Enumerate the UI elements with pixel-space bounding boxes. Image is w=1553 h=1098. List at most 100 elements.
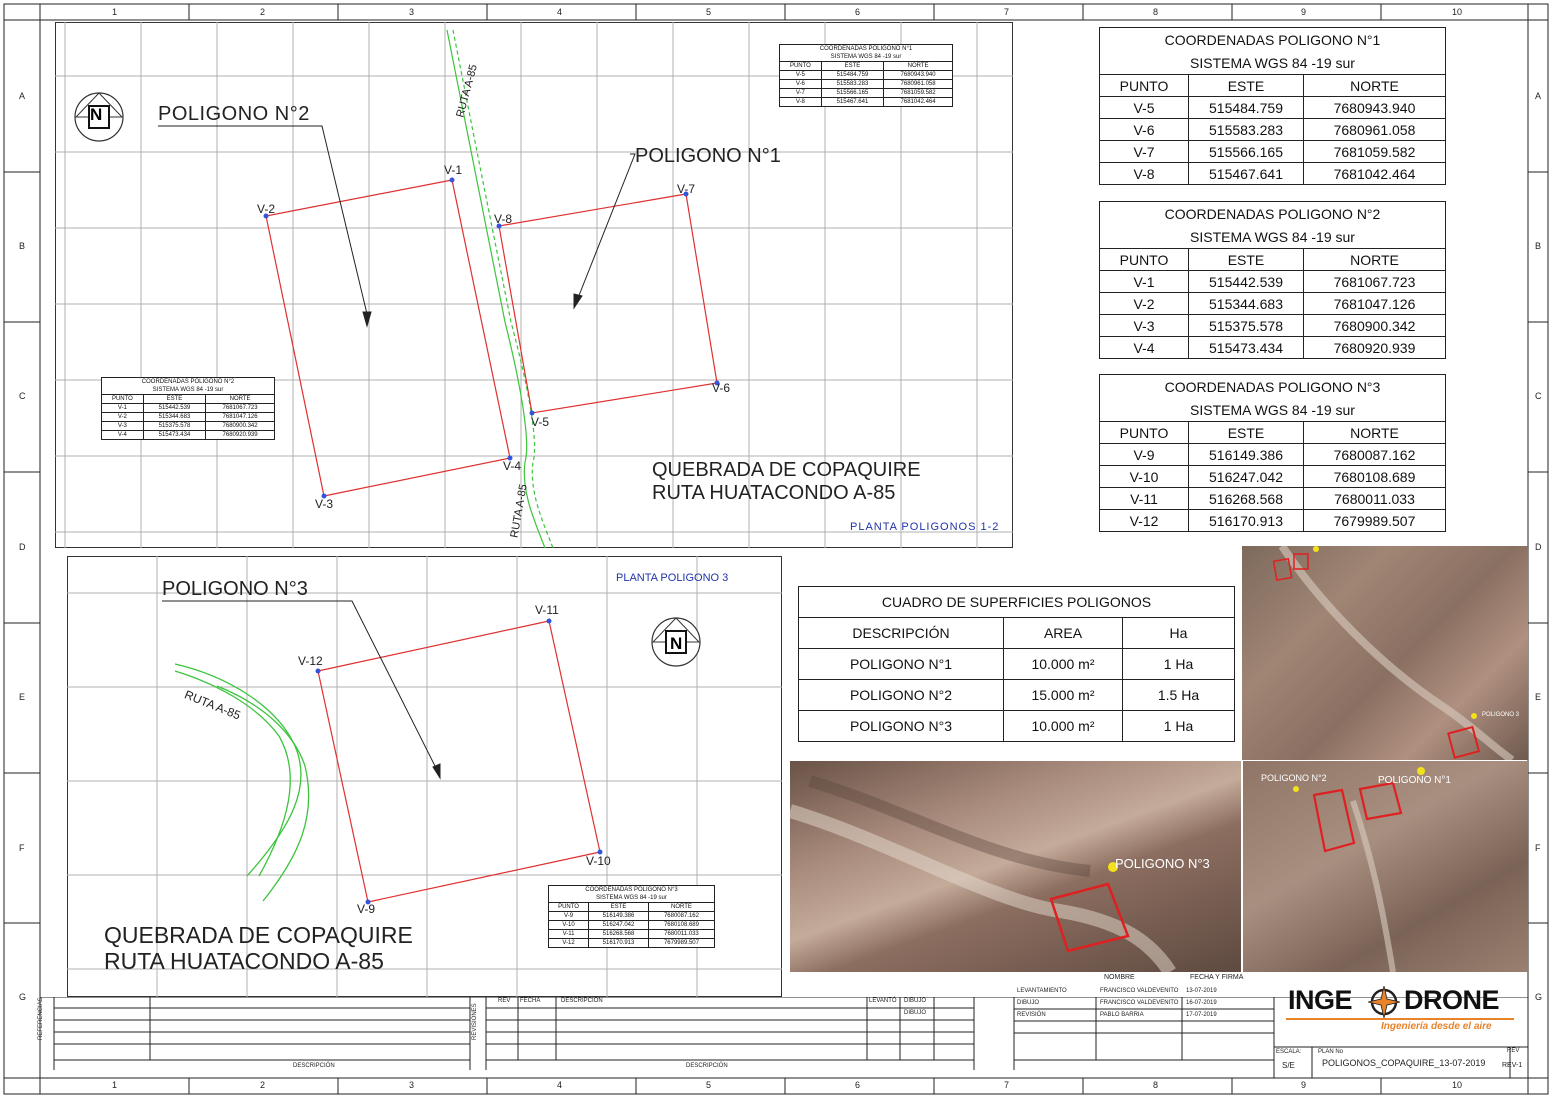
revisiones-label: REVISIONES	[472, 1003, 478, 1040]
plan-heading: PLANTA POLIGONO 3	[616, 572, 729, 584]
fecha-firma-header: FECHA Y FIRMA	[1190, 974, 1244, 981]
rev-label: REV	[1507, 1048, 1520, 1054]
sign-date: 13-07-2019	[1186, 988, 1217, 994]
grid-col-label: 1	[112, 7, 118, 17]
north-letter: N	[670, 634, 683, 653]
vertex-label: V-3	[315, 497, 334, 511]
vertex-label: V-7	[677, 182, 696, 196]
drawing-sheet: 1 2 3 4 5 6 7 8 9 10 1 2 3 4 5 6 7 8 9 10 A B C D E F G A B C D E F G	[0, 0, 1553, 1098]
plan-no-value: POLIGONOS_COPAQUIRE_13-07-2019	[1322, 1058, 1486, 1068]
vertex-label: V-9	[357, 902, 376, 916]
descripcion-label-right: DESCRIPCIÓN	[686, 1063, 728, 1069]
rev-header: REV	[498, 998, 511, 1004]
grid-col-label: 7	[1004, 1080, 1010, 1090]
grid-col-label: 9	[1301, 1080, 1307, 1090]
grid-row-label: E	[1535, 692, 1542, 702]
quebrada-label-line2: RUTA HUATACONDO A-85	[652, 482, 896, 504]
aerial-photo-overview: POLIGONO 3	[1242, 546, 1528, 760]
grid-col-label: 4	[557, 7, 563, 17]
person-name: FRANCISCO VALDEVENITO	[1100, 988, 1179, 994]
grid-col-label: 10	[1452, 1080, 1463, 1090]
quebrada-label-line1: QUEBRADA DE COPAQUIRE	[104, 922, 413, 948]
vertex-label: V-1	[444, 163, 463, 177]
vertex-label: V-12	[298, 654, 323, 668]
grid-col-label: 7	[1004, 7, 1010, 17]
photo-label-poligono-1: POLIGONO N°1	[1378, 775, 1451, 786]
sign-date: 16-07-2019	[1186, 1000, 1217, 1006]
aerial-photo-poligonos-1-2: POLIGONO N°2 POLIGONO N°1	[1243, 761, 1528, 972]
escala-label: ESCALA:	[1276, 1049, 1302, 1055]
grid-row-label: B	[19, 241, 26, 251]
grid-row-label: F	[19, 843, 25, 853]
label-poligono-3: POLIGONO N°3	[162, 578, 308, 600]
grid-col-label: 2	[260, 7, 266, 17]
grid-col-label: 9	[1301, 7, 1307, 17]
levanto-header: LEVANTÓ	[869, 998, 897, 1004]
grid-col-label: 6	[855, 1080, 861, 1090]
referencias-label: REFERENCIAS	[38, 997, 44, 1040]
vertex-label: V-11	[535, 603, 559, 617]
label-poligono-1: POLIGONO N°1	[635, 145, 781, 167]
mini-table-poligono-2: COORDENADAS POLIGONO N°2 SISTEMA WGS 84 …	[101, 377, 275, 440]
grid-col-label: 5	[706, 7, 712, 17]
quebrada-label-line1: QUEBRADA DE COPAQUIRE	[652, 459, 921, 481]
escala-value: S/E	[1282, 1061, 1295, 1070]
grid-col-label: 5	[706, 1080, 712, 1090]
fecha-header: FECHA	[520, 998, 541, 1004]
nombre-header: NOMBRE	[1104, 974, 1135, 981]
grid-row-label: G	[1535, 992, 1543, 1002]
plan-no-label: PLAN No	[1318, 1049, 1344, 1055]
photo-label-poligono-3: POLIGONO N°3	[1115, 856, 1210, 871]
grid-col-label: 4	[557, 1080, 563, 1090]
grid-col-label: 3	[409, 1080, 415, 1090]
quebrada-label-line2: RUTA HUATACONDO A-85	[104, 948, 384, 974]
role-label: LEVANTAMIENTO	[1017, 988, 1067, 994]
person-name: PABLO BARRIA	[1100, 1012, 1144, 1018]
grid-row-label: A	[1535, 91, 1542, 101]
coord-table-poligono-2: COORDENADAS POLIGONO N°2 SISTEMA WGS 84 …	[1099, 201, 1446, 359]
rev-value: REV-1	[1502, 1062, 1523, 1069]
dibujo-header: DIBUJO	[904, 998, 927, 1004]
drone-compass-icon	[1368, 986, 1400, 1018]
grid-col-label: 8	[1153, 1080, 1159, 1090]
grid-row-label: C	[19, 391, 26, 401]
grid-row-label: F	[1535, 843, 1541, 853]
superficies-table: CUADRO DE SUPERFICIES POLIGONOS DESCRIPC…	[798, 586, 1235, 742]
grid-row-label: E	[19, 692, 26, 702]
photo-pin-label: POLIGONO 3	[1482, 712, 1520, 718]
grid-row-label: G	[19, 992, 27, 1002]
vertex-label: V-10	[586, 854, 611, 868]
grid-row-label: D	[19, 542, 26, 552]
grid-row-label: B	[1535, 241, 1542, 251]
label-poligono-2: POLIGONO N°2	[158, 103, 310, 125]
grid-col-label: 10	[1452, 7, 1463, 17]
dibujo-header-2: DIBUJO	[904, 1010, 927, 1016]
grid-row-label: A	[19, 91, 26, 101]
grid-col-label: 8	[1153, 7, 1159, 17]
coord-table-poligono-1: COORDENADAS POLIGONO N°1 SISTEMA WGS 84 …	[1099, 27, 1446, 185]
mini-table-poligono-3: COORDENADAS POLIGONO N°3 SISTEMA WGS 84 …	[547, 885, 716, 948]
grid-col-label: 3	[409, 7, 415, 17]
grid-row-label: D	[1535, 542, 1542, 552]
grid-col-label: 1	[112, 1080, 118, 1090]
grid-row-label: C	[1535, 391, 1542, 401]
photo-label-poligono-2: POLIGONO N°2	[1261, 773, 1327, 783]
grid-col-label: 2	[260, 1080, 266, 1090]
person-name: FRANCISCO VALDEVENITO	[1100, 1000, 1179, 1006]
ingeodrone-logo: INGE DRONE Ingeniería desde el aire	[1286, 983, 1516, 1033]
role-label: DIBUJO	[1017, 1000, 1040, 1006]
descripcion-label-left: DESCRIPCIÓN	[293, 1063, 335, 1069]
vertex-label: V-6	[712, 381, 731, 395]
vertex-label: V-4	[503, 459, 522, 473]
coord-table-poligono-3: COORDENADAS POLIGONO N°3 SISTEMA WGS 84 …	[1099, 374, 1446, 532]
sign-date: 17-07-2019	[1186, 1012, 1217, 1018]
plan-heading: PLANTA POLIGONOS 1-2	[850, 521, 1000, 533]
vertex-label: V-5	[531, 415, 550, 429]
role-label: REVISIÓN	[1017, 1012, 1046, 1018]
grid-col-label: 6	[855, 7, 861, 17]
vertex-label: V-8	[494, 212, 513, 226]
descripcion-header: DESCRIPCIÓN	[561, 998, 603, 1004]
north-letter: N	[90, 105, 103, 124]
mini-table-poligono-1: COORDENADAS POLIGONO N°1 SISTEMA WGS 84 …	[779, 44, 953, 107]
vertex-label: V-2	[257, 202, 276, 216]
